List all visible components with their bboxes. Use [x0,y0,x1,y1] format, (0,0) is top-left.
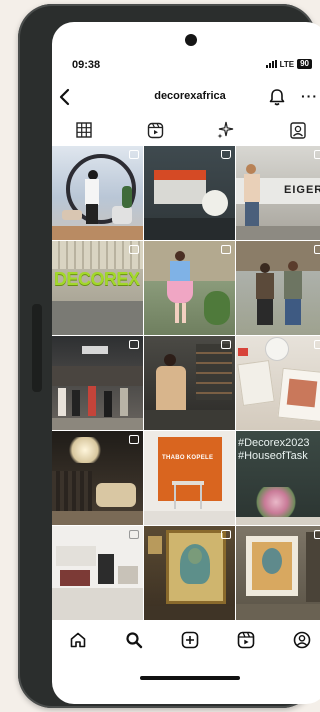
post-caption-text: #Decorex2023 #HouseofTask [238,437,310,462]
reel-badge-icon [314,150,320,159]
signal-icon [265,60,277,68]
post-caption-text: THABO KOPELE [162,455,214,461]
tab-grid[interactable] [74,120,94,140]
post-tile[interactable] [144,526,235,620]
profile-icon [293,631,311,649]
post-badge-icon [314,340,320,349]
post-tile[interactable] [144,146,235,240]
post-tile[interactable] [52,146,143,240]
tab-sparkle[interactable] [216,120,236,140]
notifications-button[interactable] [268,87,286,107]
front-camera [185,34,197,46]
profile-header: decorexafrica ··· [52,86,320,110]
nav-home[interactable] [66,628,90,652]
post-tile[interactable]: THABO KOPELE [144,431,235,525]
reel-badge-icon [221,530,231,539]
reels-icon [237,631,255,649]
post-tile[interactable] [144,336,235,430]
post-tile[interactable]: DECOREX [52,241,143,335]
post-tile[interactable] [144,241,235,335]
nav-profile[interactable] [290,628,314,652]
bell-icon [269,89,285,106]
tagged-icon [290,121,306,139]
status-time: 09:38 [72,59,101,71]
post-badge-icon [129,530,139,539]
nav-create[interactable] [178,628,202,652]
post-badge-icon [129,340,139,349]
post-tile[interactable] [52,431,143,525]
post-tile[interactable]: EIGER [236,146,320,240]
reel-badge-icon [314,530,320,539]
bottom-nav [52,620,320,660]
nav-reels[interactable] [234,628,258,652]
post-tile[interactable] [52,526,143,620]
search-icon [126,632,143,649]
grid-icon [76,122,92,138]
post-tile[interactable] [236,526,320,620]
nav-search[interactable] [122,628,146,652]
home-icon [70,632,86,648]
home-indicator[interactable] [140,676,240,680]
tab-reels[interactable] [145,120,165,140]
battery-icon: 90 [297,59,312,69]
profile-tabs [52,118,320,144]
plus-icon [181,631,199,649]
tab-tagged[interactable] [288,120,308,140]
reel-badge-icon [129,245,139,254]
phone-hinge [32,304,42,392]
post-caption-text: DECOREX [54,269,140,289]
post-tile[interactable] [52,336,143,430]
post-caption-text: EIGER [284,184,320,196]
post-tile[interactable] [236,241,320,335]
phone-frame: 09:38 LTE 90 decorexafrica ··· EIGER DEC… [18,4,320,708]
shopping-bag-icon [221,150,231,159]
more-options-button[interactable]: ··· [301,88,318,104]
status-bar: 09:38 LTE 90 [52,56,320,74]
reel-badge-icon [129,150,139,159]
sparkle-icon [217,121,234,139]
reel-badge-icon [314,245,320,254]
post-tile[interactable] [236,336,320,430]
network-label: LTE [279,59,295,69]
post-grid: EIGER DECOREX THABO KOPELE #Decorex2023 … [52,146,320,620]
reel-badge-icon [221,340,231,349]
reels-icon [147,122,163,138]
status-indicators: LTE 90 [265,59,312,69]
post-tile[interactable]: #Decorex2023 #HouseofTask [236,431,320,525]
reel-badge-icon [129,435,139,444]
reel-badge-icon [221,245,231,254]
phone-screen: 09:38 LTE 90 decorexafrica ··· EIGER DEC… [52,22,320,704]
